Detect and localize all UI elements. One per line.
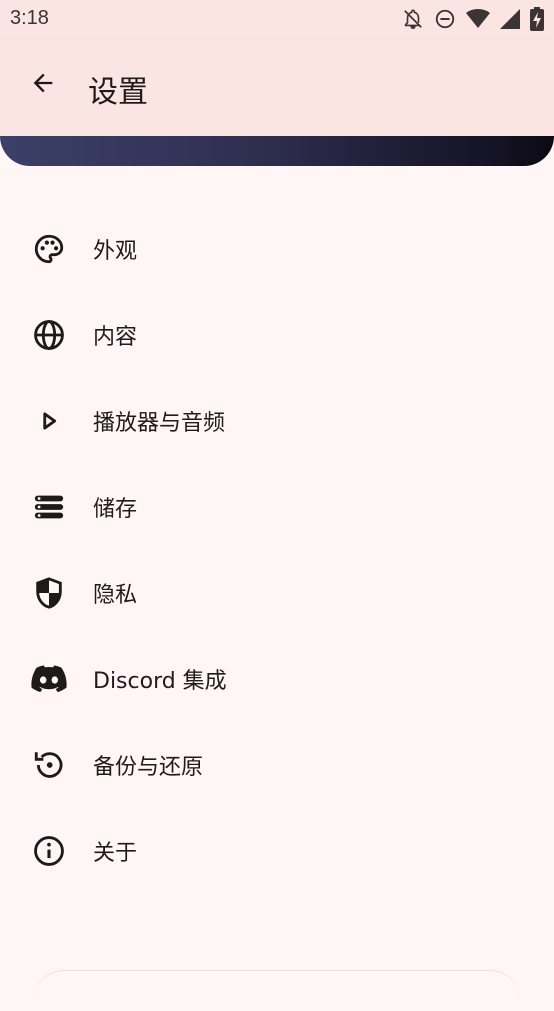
menu-item-privacy[interactable]: 隐私 bbox=[0, 550, 554, 636]
storage-icon bbox=[31, 489, 67, 525]
menu-item-about[interactable]: 关于 bbox=[0, 808, 554, 894]
cellular-signal-icon bbox=[500, 9, 520, 29]
menu-item-label: 隐私 bbox=[93, 583, 138, 608]
menu-item-content[interactable]: 内容 bbox=[0, 292, 554, 378]
menu-item-appearance[interactable]: 外观 bbox=[0, 206, 554, 292]
notifications-off-icon bbox=[402, 8, 424, 30]
menu-item-backup-restore[interactable]: 备份与还原 bbox=[0, 722, 554, 808]
menu-item-label: 内容 bbox=[93, 325, 138, 350]
arrow-back-icon bbox=[29, 69, 57, 101]
back-button[interactable] bbox=[19, 61, 67, 109]
status-icons bbox=[402, 7, 544, 31]
shield-icon bbox=[31, 575, 67, 611]
menu-item-player-audio[interactable]: 播放器与音频 bbox=[0, 378, 554, 464]
menu-item-label: Discord 集成 bbox=[93, 669, 227, 694]
menu-item-label: 关于 bbox=[93, 841, 138, 866]
menu-item-label: 储存 bbox=[93, 497, 138, 522]
app-bar: 设置 bbox=[0, 40, 554, 136]
page-title: 设置 bbox=[88, 75, 148, 110]
status-bar: 3:18 bbox=[0, 0, 554, 40]
header-banner bbox=[0, 136, 554, 166]
menu-item-discord[interactable]: Discord 集成 bbox=[0, 636, 554, 722]
wifi-icon bbox=[466, 8, 490, 30]
status-time: 3:18 bbox=[10, 7, 49, 29]
palette-icon bbox=[31, 231, 67, 267]
menu-item-storage[interactable]: 储存 bbox=[0, 464, 554, 550]
bottom-sheet-edge bbox=[34, 970, 520, 1011]
settings-menu: 外观 内容 播放器与音频 储存 隐私 Discord 集成 备份与还原 关于 bbox=[0, 206, 554, 894]
play-icon bbox=[31, 403, 67, 439]
do-not-disturb-icon bbox=[434, 8, 456, 30]
globe-icon bbox=[31, 317, 67, 353]
battery-charging-icon bbox=[530, 7, 544, 31]
menu-item-label: 外观 bbox=[93, 239, 138, 264]
restore-icon bbox=[31, 747, 67, 783]
info-icon bbox=[31, 833, 67, 869]
discord-icon bbox=[31, 661, 67, 697]
menu-item-label: 备份与还原 bbox=[93, 755, 204, 780]
menu-item-label: 播放器与音频 bbox=[93, 411, 226, 436]
